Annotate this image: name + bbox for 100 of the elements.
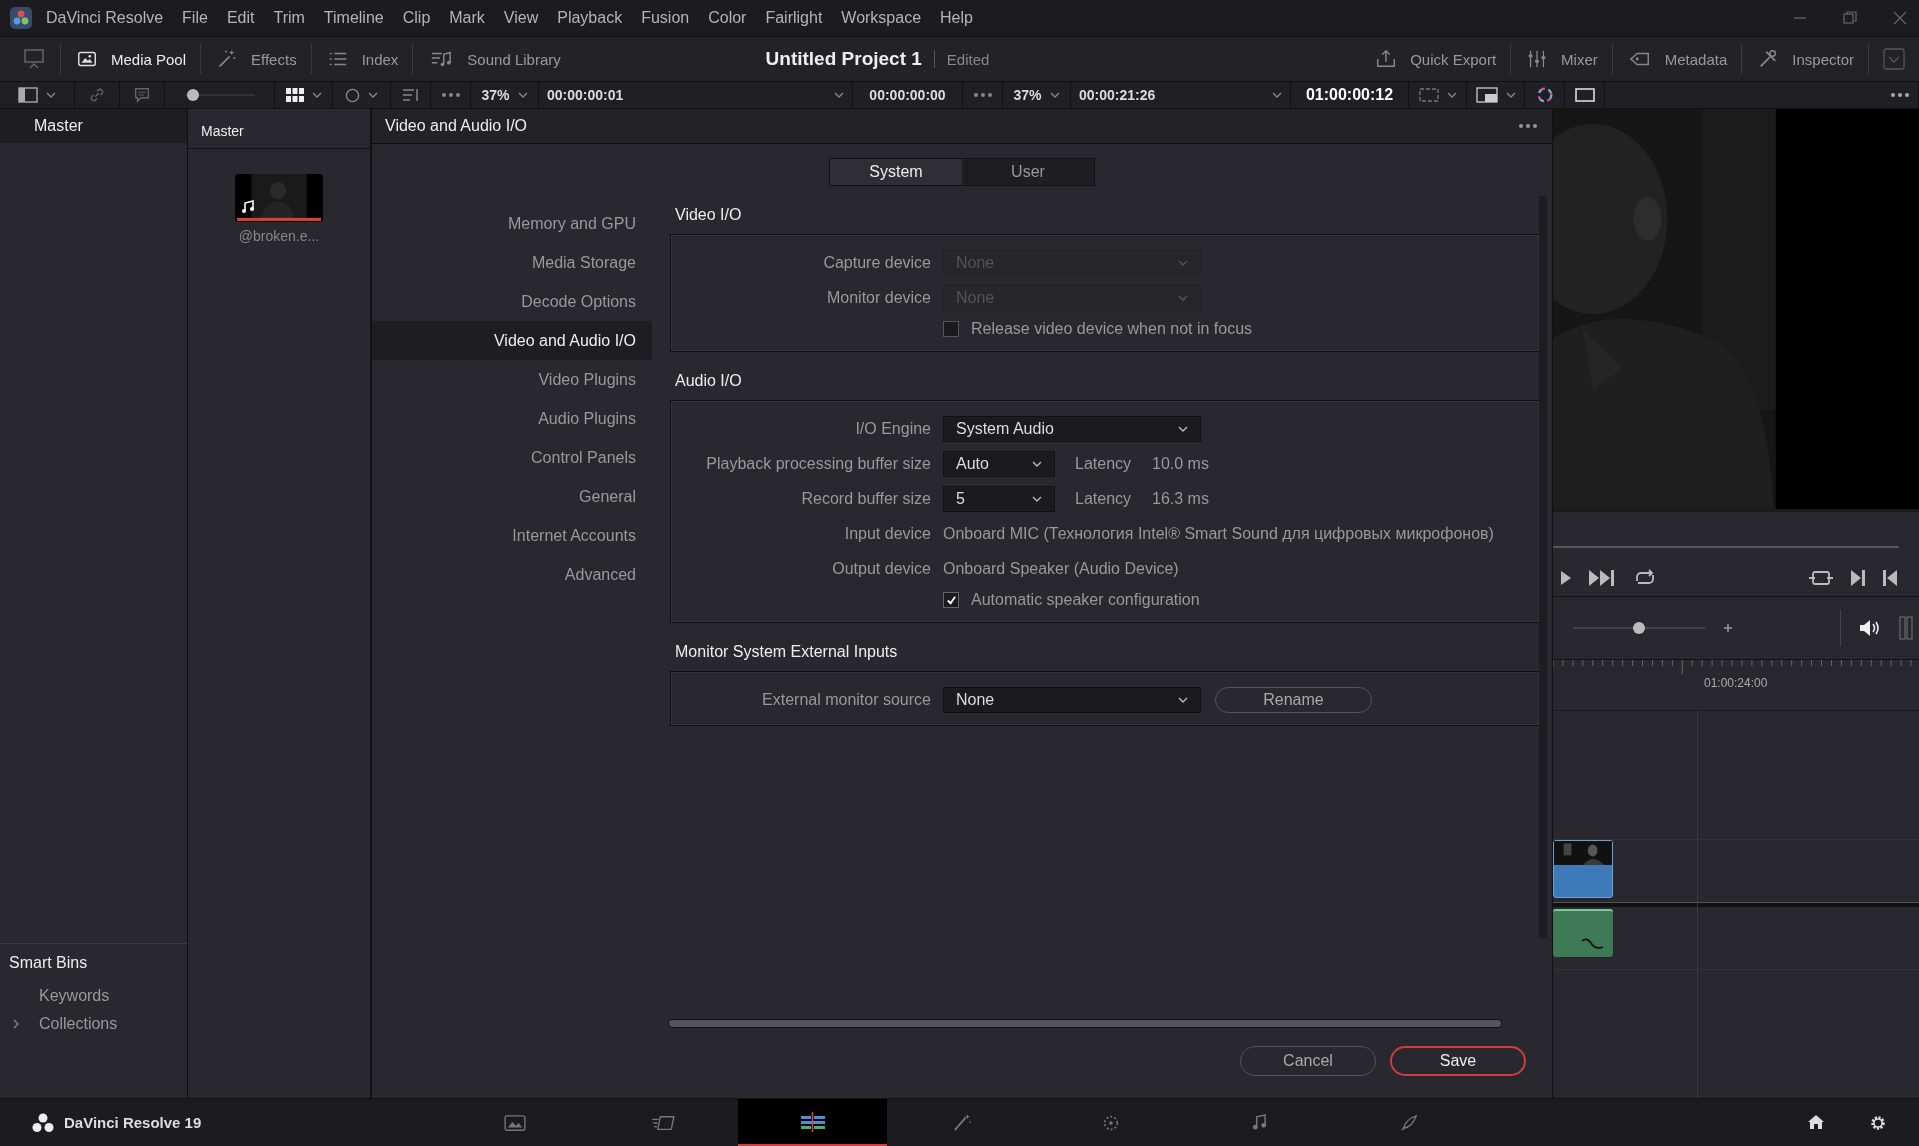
menu-item[interactable]: Playback [557,9,623,27]
toolbar-button[interactable]: Mixer [1511,42,1612,76]
chevron-right-icon[interactable] [13,1019,19,1029]
menu-item[interactable]: Fairlight [765,9,823,27]
save-button[interactable]: Save [1390,1046,1526,1076]
restore-icon[interactable] [1843,11,1857,25]
more-icon[interactable] [1518,124,1538,128]
scrollbar[interactable] [1539,196,1547,939]
nav-item[interactable]: General [372,477,652,516]
toolbar-button[interactable]: Media Pool [61,42,201,76]
play-icon[interactable] [1561,571,1571,585]
menu-item[interactable]: Color [708,9,747,27]
toolbar-button[interactable]: Quick Export [1360,42,1511,76]
toolbar-button[interactable]: Inspector [1742,42,1868,76]
zoom-slider[interactable] [1573,622,1705,634]
menu-item[interactable]: View [503,9,539,27]
chevron-down-icon[interactable] [368,92,378,98]
more-icon[interactable] [1890,93,1910,97]
previous-frame-icon[interactable] [1883,570,1897,586]
settings-icon[interactable] [1869,1113,1887,1132]
hq-monitor-icon[interactable] [1475,87,1498,103]
menu-item[interactable]: File [182,9,208,27]
nav-item[interactable]: Video and Audio I/O [372,321,652,360]
dropdown[interactable]: 5 [943,485,1055,512]
checkbox[interactable] [943,592,959,608]
match-frame-icon[interactable] [1809,570,1833,586]
timeline-ruler[interactable]: 01:00:24:00 [1553,660,1919,711]
chevron-down-icon[interactable] [1446,92,1457,98]
thumbnail-size-slider[interactable] [184,89,255,101]
nav-item[interactable]: Video Plugins [372,360,652,399]
close-icon[interactable] [1893,11,1907,25]
viewer-mode-icon[interactable] [1574,88,1595,102]
plus-icon[interactable] [1723,623,1733,633]
waveform-icon [1581,937,1605,951]
link-icon[interactable] [88,86,106,104]
toolbar-button[interactable]: Effects [201,42,311,76]
nav-item[interactable]: Control Panels [372,438,652,477]
loop-icon[interactable] [1633,569,1657,587]
volume-icon[interactable] [1859,619,1881,637]
menu-item[interactable]: Trim [273,9,305,27]
chevron-down-icon[interactable] [834,92,844,98]
project-status: Edited [946,50,990,68]
more-icon[interactable] [440,93,461,97]
rename-button[interactable]: Rename [1215,686,1372,713]
menu-item[interactable]: Help [940,9,973,27]
nav-item[interactable]: Memory and GPU [372,204,652,243]
dropdown[interactable]: System Audio [943,415,1201,442]
bin-item[interactable]: Master [0,109,187,143]
audio-clip[interactable] [1553,909,1613,957]
scrollbar[interactable] [668,1019,1502,1028]
smart-bin-item[interactable]: Keywords [39,987,110,1005]
circle-icon[interactable] [345,87,360,103]
comment-icon[interactable] [133,86,151,104]
next-frame-icon[interactable] [1851,570,1865,586]
cancel-button[interactable]: Cancel [1240,1046,1376,1076]
chevron-down-icon [1178,425,1188,432]
field-label: External monitor source [761,690,932,709]
sidebar-toggle-icon[interactable] [18,87,38,103]
toolbar-button[interactable]: Sound Library [413,42,575,76]
field-label: Monitor device [825,288,932,307]
chevron-down-icon[interactable] [1049,92,1060,98]
home-icon[interactable] [1807,1113,1825,1130]
nav-item[interactable]: Audio Plugins [372,399,652,438]
dropdown[interactable]: None [943,686,1201,713]
panel-toggle-icon[interactable] [22,47,46,71]
zoom-level[interactable]: 37% [1013,87,1042,103]
menu-item[interactable]: Clip [402,9,431,27]
zoom-level[interactable]: 37% [481,87,510,103]
fast-forward-icon[interactable] [1589,570,1615,586]
menu-item[interactable]: Fusion [641,9,690,27]
nav-item[interactable]: Internet Accounts [372,516,652,555]
dropdown[interactable]: Auto [943,450,1055,477]
sort-icon[interactable] [401,88,420,102]
nav-item[interactable]: Media Storage [372,243,652,282]
smart-bin-item[interactable]: Collections [39,1015,118,1033]
menu-item[interactable]: Mark [449,9,485,27]
toolbar-button[interactable]: Metadata [1612,42,1742,76]
video-clip[interactable] [1553,840,1613,898]
checkbox[interactable] [943,321,959,337]
chevron-down-icon[interactable] [517,92,528,98]
chevron-down-icon[interactable] [1505,92,1516,98]
toolbar-button[interactable]: Index [311,42,413,76]
nav-item[interactable]: Advanced [372,555,652,594]
page-tab[interactable] [738,1099,887,1146]
project-title: Untitled Project 1 [765,48,922,70]
color-wheel-icon[interactable] [1535,86,1554,104]
menu-item[interactable]: Timeline [323,9,384,27]
more-icon[interactable] [972,93,993,97]
chevron-down-icon[interactable] [46,92,56,98]
tab[interactable]: System [830,159,962,185]
ruler-timecode: 01:00:24:00 [1704,676,1768,690]
frame-icon[interactable] [1418,88,1439,102]
menu-item[interactable]: Edit [226,9,255,27]
latency-label: Latency [1075,454,1133,473]
nav-item[interactable]: Decode Options [372,282,652,321]
chevron-down-icon[interactable] [1272,92,1282,98]
grid-view-icon[interactable] [285,88,304,102]
chevron-down-icon[interactable] [311,92,322,98]
chevron-down-icon [1032,495,1042,502]
menu-item[interactable]: Workspace [841,9,922,27]
